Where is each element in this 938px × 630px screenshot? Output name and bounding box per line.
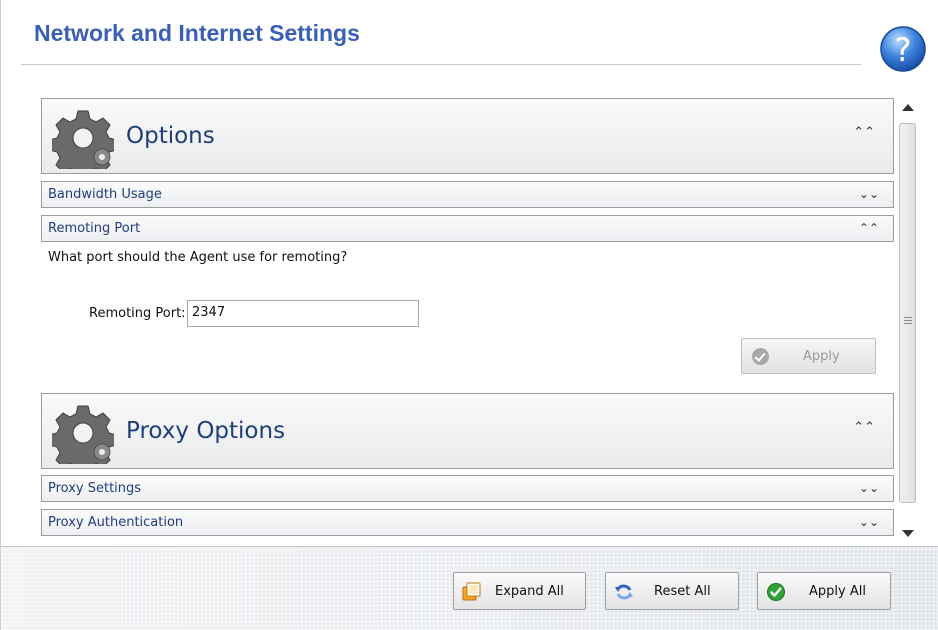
proxy-options-section-title: Proxy Options [126, 418, 286, 444]
check-icon [752, 348, 769, 365]
check-icon [767, 583, 785, 601]
apply-all-button[interactable]: Apply All [757, 572, 891, 610]
reset-all-label: Reset All [654, 584, 711, 599]
chevron-double-down-icon[interactable]: ⌄⌄ [859, 481, 879, 495]
chevron-double-up-icon[interactable]: ⌃⌃ [859, 221, 879, 235]
reset-icon [615, 584, 633, 600]
proxy-authentication-title: Proxy Authentication [48, 515, 184, 530]
proxy-settings-header[interactable]: Proxy Settings ⌄⌄ [41, 475, 894, 502]
proxy-authentication-header[interactable]: Proxy Authentication ⌄⌄ [41, 509, 894, 536]
scroll-down-arrow-icon[interactable] [902, 530, 914, 537]
options-section-title: Options [126, 123, 215, 149]
proxy-options-section-header[interactable]: Proxy Options ⌃⌃ [41, 393, 894, 469]
apply-all-label: Apply All [809, 584, 866, 599]
page-title: Network and Internet Settings [34, 20, 360, 46]
scrollbar-thumb[interactable] [899, 123, 916, 503]
vertical-scrollbar[interactable] [897, 98, 919, 540]
apply-button-label: Apply [803, 349, 840, 364]
remoting-port-label: Remoting Port: [89, 306, 186, 321]
chevron-double-down-icon[interactable]: ⌄⌄ [859, 187, 879, 201]
remoting-port-header[interactable]: Remoting Port ⌃⌃ [41, 215, 894, 242]
title-divider [21, 64, 861, 65]
chevron-double-down-icon[interactable]: ⌄⌄ [859, 515, 879, 529]
help-question-icon[interactable]: ? [879, 25, 927, 73]
scroll-up-arrow-icon[interactable] [902, 104, 914, 111]
gear-icon [52, 405, 114, 464]
proxy-settings-title: Proxy Settings [48, 481, 142, 496]
bandwidth-usage-header[interactable]: Bandwidth Usage ⌄⌄ [41, 181, 894, 208]
chevron-double-up-icon[interactable]: ⌃⌃ [853, 125, 875, 140]
remoting-port-input[interactable]: 2347 [187, 300, 419, 327]
remoting-port-title: Remoting Port [48, 221, 141, 236]
bandwidth-usage-title: Bandwidth Usage [48, 187, 162, 202]
grip-icon [904, 317, 912, 324]
svg-text:?: ? [895, 31, 912, 69]
gear-icon [52, 110, 114, 169]
expand-all-button[interactable]: Expand All [453, 572, 586, 610]
reset-all-button[interactable]: Reset All [605, 572, 739, 610]
settings-scroll-area[interactable]: Options ⌃⌃ Bandwidth Usage ⌄⌄ Remoting P… [41, 98, 899, 540]
settings-window: Network and Internet Settings ? Options … [0, 0, 938, 630]
expand-all-label: Expand All [495, 584, 564, 599]
options-section-header[interactable]: Options ⌃⌃ [41, 98, 894, 174]
expand-icon [462, 582, 481, 601]
chevron-double-up-icon[interactable]: ⌃⌃ [853, 420, 875, 435]
remoting-question: What port should the Agent use for remot… [48, 250, 348, 265]
apply-button[interactable]: Apply [741, 338, 876, 374]
